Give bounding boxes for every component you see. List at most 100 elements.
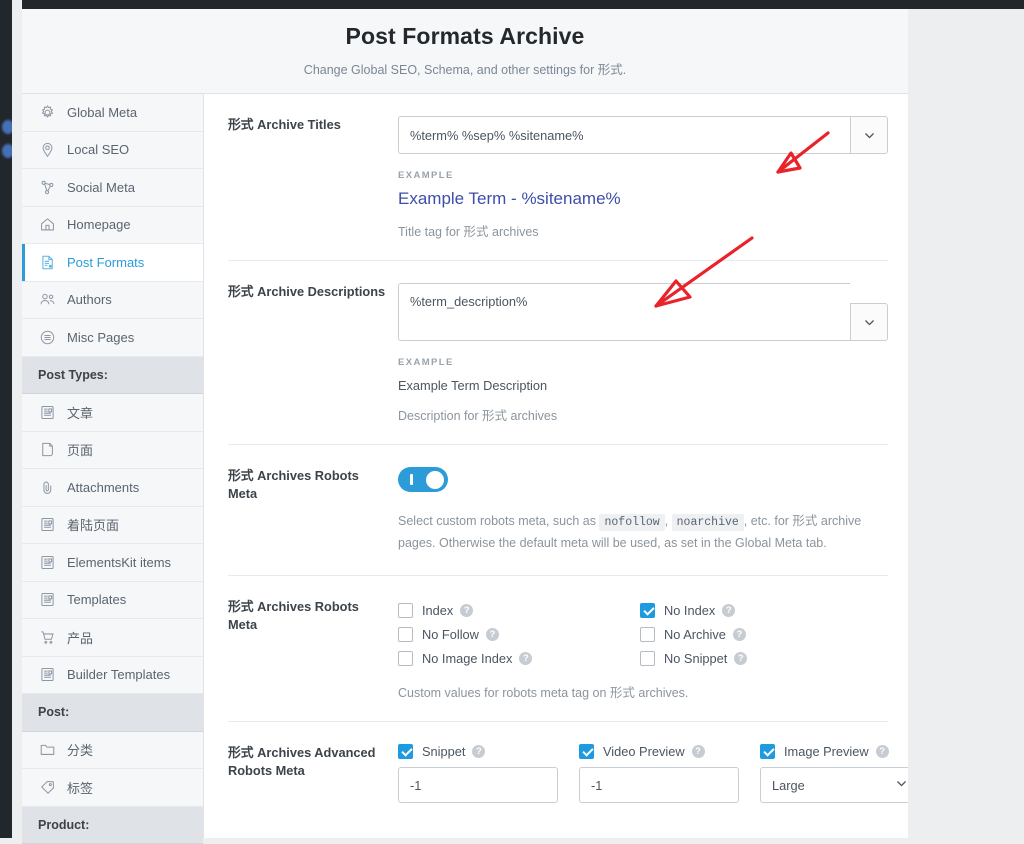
robots-meta-toggle-help: Select custom robots meta, such as nofol… (398, 511, 868, 555)
help-text-part1: Select custom robots meta, such as (398, 514, 599, 528)
checkbox-video-preview[interactable] (579, 744, 594, 759)
sidebar-item-label: Attachments (67, 480, 139, 495)
sidebar-item-global-meta[interactable]: Global Meta (22, 94, 203, 132)
gear-icon (38, 103, 56, 121)
settings-sidebar: Global Meta Local SEO Social Meta Homepage P… (22, 94, 204, 838)
advanced-column-video-preview: Video Preview? (579, 744, 739, 803)
sidebar-item-item-11[interactable]: 着陆页面 (22, 507, 203, 545)
checkbox-label: Image Preview (784, 744, 869, 759)
chevron-down-icon (895, 777, 908, 793)
checkbox-no-index[interactable] (640, 603, 655, 618)
sidebar-item-label: Post Formats (67, 255, 144, 270)
question-mark-icon[interactable]: ? (692, 745, 705, 758)
sidebar-item-label: 分类 (67, 740, 93, 759)
robots-checkbox-column-right: No Index?No Archive?No Snippet? (640, 598, 882, 670)
checkbox-row-index: Index? (398, 598, 640, 622)
sidebar-item-local-seo[interactable]: Local SEO (22, 132, 203, 170)
input-video-preview[interactable] (579, 767, 739, 803)
sidebar-item-label: Global Meta (67, 105, 137, 120)
sidebar-group-post: Post: (22, 694, 203, 732)
question-mark-icon[interactable]: ? (519, 652, 532, 665)
question-mark-icon[interactable]: ? (486, 628, 499, 641)
toggle-bar-icon (410, 474, 413, 485)
article-icon (38, 666, 56, 684)
archive-descriptions-textarea[interactable]: %term_description% (398, 283, 850, 341)
sidebar-group-post-types: Post Types: (22, 357, 203, 395)
sidebar-group-product: Product: (22, 807, 203, 844)
sidebar-item-item-14[interactable]: 产品 (22, 619, 203, 657)
advanced-column-snippet: Snippet? (398, 744, 558, 803)
checkbox-snippet[interactable] (398, 744, 413, 759)
share-icon (38, 178, 56, 196)
paperclip-icon (38, 478, 56, 496)
chevron-down-icon[interactable] (850, 116, 888, 154)
question-mark-icon[interactable]: ? (722, 604, 735, 617)
question-mark-icon[interactable]: ? (734, 652, 747, 665)
help-code-nofollow: nofollow (599, 514, 664, 531)
article-icon (38, 516, 56, 534)
browser-chrome-strip (0, 0, 1024, 9)
home-icon (38, 216, 56, 234)
sidebar-group-label: Post Types: (38, 368, 108, 382)
sidebar-item-label: Builder Templates (67, 667, 170, 682)
sidebar-item-homepage[interactable]: Homepage (22, 207, 203, 245)
input-snippet[interactable] (398, 767, 558, 803)
sidebar-item-item-17[interactable]: 分类 (22, 732, 203, 770)
advanced-robots-meta-label: 形式 Archives Advanced Robots Meta (228, 744, 398, 803)
folder-icon (38, 741, 56, 759)
page-title: Post Formats Archive (22, 9, 908, 50)
row-robots-meta-toggle: 形式 Archives Robots Meta Select custom ro… (228, 445, 888, 576)
cart-icon (38, 628, 56, 646)
checkbox-no-follow[interactable] (398, 627, 413, 642)
archive-descriptions-label: 形式 Archive Descriptions (228, 283, 398, 424)
toggle-knob (426, 471, 444, 489)
map-pin-icon (38, 141, 56, 159)
page-subtitle: Change Global SEO, Schema, and other set… (22, 59, 908, 78)
sidebar-item-authors[interactable]: Authors (22, 282, 203, 320)
row-robots-meta-checkboxes: 形式 Archives Robots Meta Index?No Follow?… (228, 576, 888, 722)
checkbox-index[interactable] (398, 603, 413, 618)
archive-titles-label: 形式 Archive Titles (228, 116, 398, 240)
robots-meta-toggle-switch[interactable] (398, 467, 448, 492)
sidebar-item-label: Local SEO (67, 142, 129, 157)
checkbox-label: Snippet (422, 744, 465, 759)
checkbox-image-preview[interactable] (760, 744, 775, 759)
sidebar-item-attachments[interactable]: Attachments (22, 469, 203, 507)
select-image-preview[interactable]: Large (760, 767, 908, 803)
advanced-column-image-preview: Image Preview? Large (760, 744, 908, 803)
sidebar-item-label: Social Meta (67, 180, 135, 195)
checkbox-no-snippet[interactable] (640, 651, 655, 666)
row-archive-descriptions: 形式 Archive Descriptions %term_descriptio… (228, 261, 888, 445)
sidebar-item-label: ElementsKit items (67, 555, 171, 570)
advanced-column-head: Snippet? (398, 744, 558, 759)
question-mark-icon[interactable]: ? (472, 745, 485, 758)
checkbox-label: No Archive (664, 627, 726, 642)
archive-titles-input[interactable] (398, 116, 850, 154)
question-mark-icon[interactable]: ? (460, 604, 473, 617)
checkbox-label: Index (422, 603, 453, 618)
sidebar-item-item-9[interactable]: 页面 (22, 432, 203, 470)
checkbox-no-archive[interactable] (640, 627, 655, 642)
advanced-robots-columns: Snippet?Video Preview?Image Preview?Larg… (398, 744, 888, 803)
question-mark-icon[interactable]: ? (733, 628, 746, 641)
sidebar-group-label: Product: (38, 818, 89, 832)
sidebar-item-post-formats[interactable]: Post Formats (22, 244, 203, 282)
sidebar-item-label: 文章 (67, 403, 93, 422)
robots-meta-toggle-label: 形式 Archives Robots Meta (228, 467, 398, 555)
sidebar-item-item-8[interactable]: 文章 (22, 394, 203, 432)
checkbox-label: Video Preview (603, 744, 685, 759)
question-mark-icon[interactable]: ? (876, 745, 889, 758)
sidebar-item-misc-pages[interactable]: Misc Pages (22, 319, 203, 357)
sidebar-item-builder-templates[interactable]: Builder Templates (22, 657, 203, 695)
article-icon (38, 553, 56, 571)
sidebar-item-templates[interactable]: Templates (22, 582, 203, 620)
sidebar-item-item-18[interactable]: 标签 (22, 769, 203, 807)
chevron-down-icon[interactable] (850, 303, 888, 341)
sidebar-item-social-meta[interactable]: Social Meta (22, 169, 203, 207)
robots-checkbox-column-left: Index?No Follow?No Image Index? (398, 598, 640, 670)
row-advanced-robots-meta: 形式 Archives Advanced Robots Meta Snippet… (228, 722, 888, 823)
checkbox-no-image-index[interactable] (398, 651, 413, 666)
sidebar-item-elementskit-items[interactable]: ElementsKit items (22, 544, 203, 582)
checkbox-row-no-image-index: No Image Index? (398, 646, 640, 670)
checkbox-row-no-index: No Index? (640, 598, 882, 622)
